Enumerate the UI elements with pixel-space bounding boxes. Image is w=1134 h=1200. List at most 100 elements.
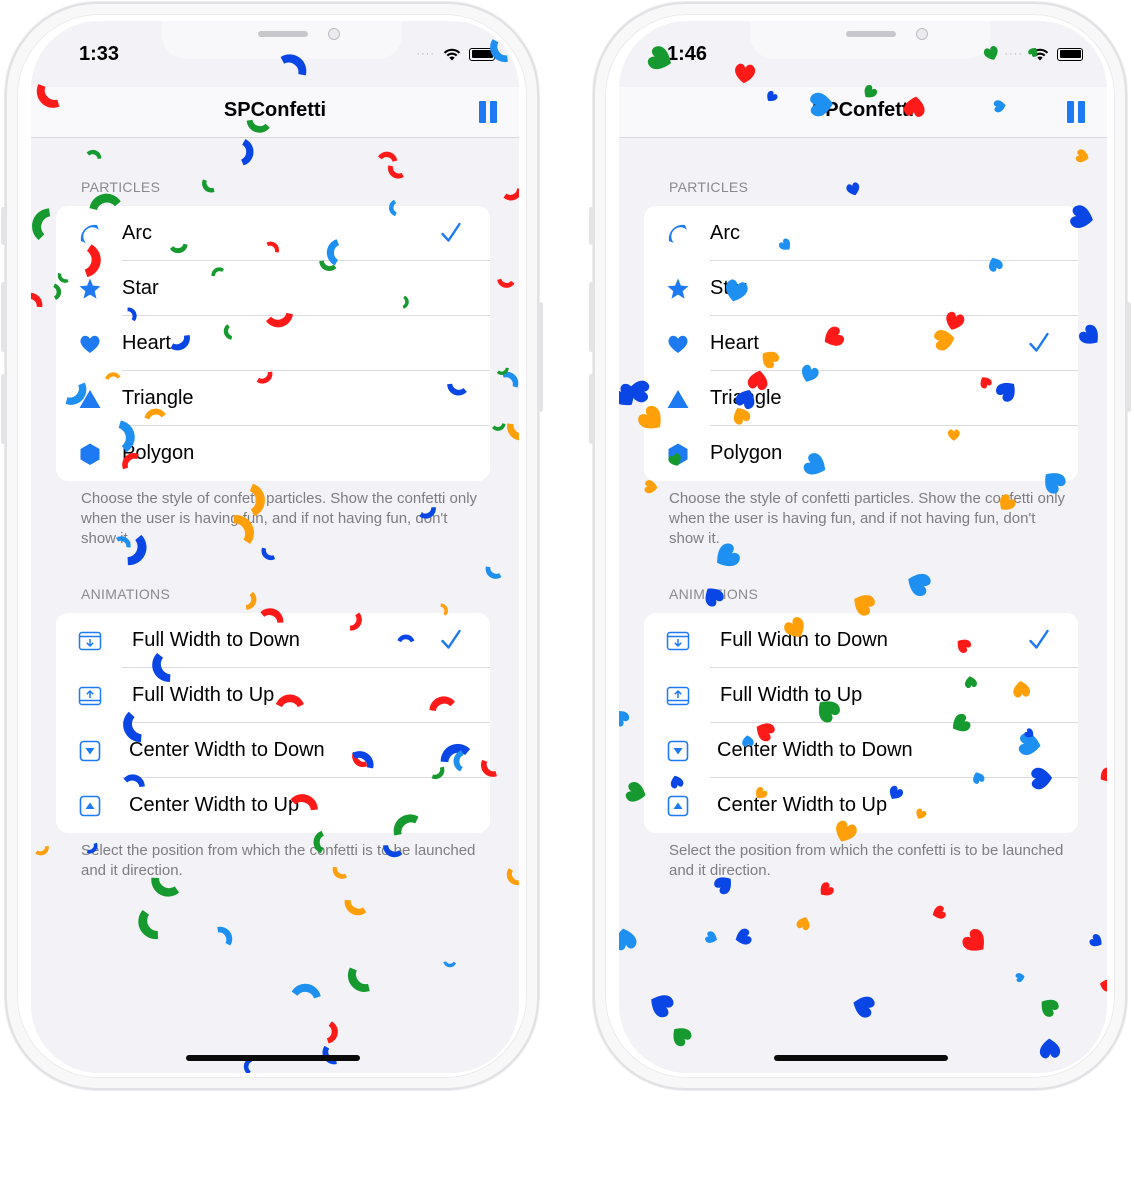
nav-title: SPConfetti: [223, 99, 327, 121]
confetti-arc: [506, 868, 519, 886]
full-width-down-icon: [666, 629, 690, 653]
animation-option-full-width-to-down[interactable]: Full Width to Down: [644, 613, 1078, 668]
signal-dots-icon: ····: [416, 48, 435, 60]
particle-option-star[interactable]: Star: [644, 261, 1078, 316]
volume-up-button: [589, 282, 594, 352]
particles-footer: Choose the style of confetti particles. …: [669, 490, 1066, 547]
particle-option-polygon[interactable]: Polygon: [56, 426, 490, 481]
confetti-heart: [962, 929, 984, 951]
option-label: Star: [710, 277, 747, 299]
triangle-icon: [666, 387, 690, 411]
confetti-heart: [1041, 999, 1059, 1017]
status-icons: ····: [416, 47, 495, 61]
option-label: Heart: [710, 332, 759, 354]
front-camera: [328, 28, 340, 40]
animation-option-center-width-to-down[interactable]: Center Width to Down: [56, 723, 490, 778]
mute-switch: [1, 207, 6, 245]
particles-header: PARTICLES: [669, 179, 749, 195]
volume-down-button: [589, 374, 594, 444]
option-label: Full Width to Down: [720, 629, 888, 651]
confetti-heart: [820, 882, 834, 896]
phone-right: 1:46 ···· SPConfetti PARTICLES Arc Star He…: [589, 2, 1131, 1090]
confetti-arc: [443, 961, 457, 968]
confetti-arc: [507, 423, 519, 441]
animation-option-center-width-to-up[interactable]: Center Width to Up: [56, 778, 490, 833]
notch: [162, 21, 402, 59]
pause-button[interactable]: [479, 101, 499, 123]
checkmark-icon: [1028, 330, 1050, 356]
confetti-arc: [202, 179, 215, 193]
pause-icon-bar: [1078, 101, 1085, 123]
confetti-heart: [796, 917, 810, 931]
screen: 1:46 ···· SPConfetti PARTICLES Arc Star He…: [619, 21, 1107, 1073]
option-label: Arc: [710, 222, 740, 244]
particle-option-heart[interactable]: Heart: [56, 316, 490, 371]
confetti-heart: [651, 995, 674, 1018]
center-width-down-icon: [78, 739, 102, 763]
animation-option-full-width-to-up[interactable]: Full Width to Up: [644, 668, 1078, 723]
confetti-arc: [496, 367, 509, 376]
wifi-icon: [1031, 48, 1049, 60]
confetti-arc: [138, 910, 158, 940]
option-label: Heart: [122, 332, 171, 354]
pause-icon-bar: [479, 101, 486, 123]
animation-option-center-width-to-down[interactable]: Center Width to Down: [644, 723, 1078, 778]
animation-option-center-width-to-up[interactable]: Center Width to Up: [644, 778, 1078, 833]
volume-down-button: [1, 374, 6, 444]
confetti-arc: [485, 566, 502, 579]
phone-left: 1:33 ···· SPConfetti PARTICLES Arc Star He…: [1, 2, 543, 1090]
confetti-heart: [932, 905, 946, 919]
arc-icon: [666, 222, 690, 246]
confetti-arc: [497, 278, 515, 288]
animations-group: Full Width to Down Full Width to Up Center…: [56, 613, 490, 833]
animations-header: ANIMATIONS: [669, 586, 759, 602]
particles-group: Arc Star Heart Triangle Polygon: [56, 206, 490, 481]
particle-option-heart[interactable]: Heart: [644, 316, 1078, 371]
option-label: Full Width to Up: [720, 684, 863, 706]
particle-option-arc[interactable]: Arc: [644, 206, 1078, 261]
confetti-heart: [619, 928, 637, 951]
animations-header: ANIMATIONS: [81, 586, 171, 602]
confetti-arc: [245, 591, 257, 610]
confetti-heart: [1079, 324, 1098, 344]
confetti-arc: [217, 926, 233, 946]
star-icon: [666, 277, 690, 301]
confetti-arc: [503, 188, 519, 201]
center-width-up-icon: [78, 794, 102, 818]
confetti-arc: [492, 423, 506, 431]
particle-option-polygon[interactable]: Polygon: [644, 426, 1078, 481]
screen: 1:33 ···· SPConfetti PARTICLES Arc Star He…: [31, 21, 519, 1073]
navigation-bar: SPConfetti: [31, 87, 519, 138]
option-label: Center Width to Down: [129, 739, 325, 761]
animation-option-full-width-to-down[interactable]: Full Width to Down: [56, 613, 490, 668]
center-width-down-icon: [666, 739, 690, 763]
notch: [750, 21, 990, 59]
home-indicator[interactable]: [186, 1055, 360, 1061]
checkmark-icon: [440, 627, 462, 653]
pause-button[interactable]: [1067, 101, 1087, 123]
confetti-heart: [619, 711, 630, 727]
particle-option-triangle[interactable]: Triangle: [56, 371, 490, 426]
particle-option-arc[interactable]: Arc: [56, 206, 490, 261]
home-indicator[interactable]: [774, 1055, 948, 1061]
confetti-heart: [1100, 767, 1107, 782]
checkmark-icon: [1028, 627, 1050, 653]
status-time: 1:46: [667, 43, 708, 65]
option-label: Star: [122, 277, 159, 299]
confetti-arc: [387, 165, 404, 179]
full-width-up-icon: [78, 684, 102, 708]
particle-option-triangle[interactable]: Triangle: [644, 371, 1078, 426]
confetti-arc: [32, 208, 51, 241]
power-button: [538, 302, 543, 412]
animation-option-full-width-to-up[interactable]: Full Width to Up: [56, 668, 490, 723]
confetti-arc: [502, 371, 519, 388]
confetti-arc: [344, 899, 367, 916]
option-label: Polygon: [710, 442, 783, 464]
signal-dots-icon: ····: [1004, 48, 1023, 60]
heart-icon: [666, 332, 690, 356]
confetti-heart: [1015, 973, 1025, 983]
option-label: Center Width to Up: [129, 794, 300, 816]
confetti-heart: [673, 1028, 692, 1047]
particle-option-star[interactable]: Star: [56, 261, 490, 316]
status-icons: ····: [1004, 47, 1083, 61]
